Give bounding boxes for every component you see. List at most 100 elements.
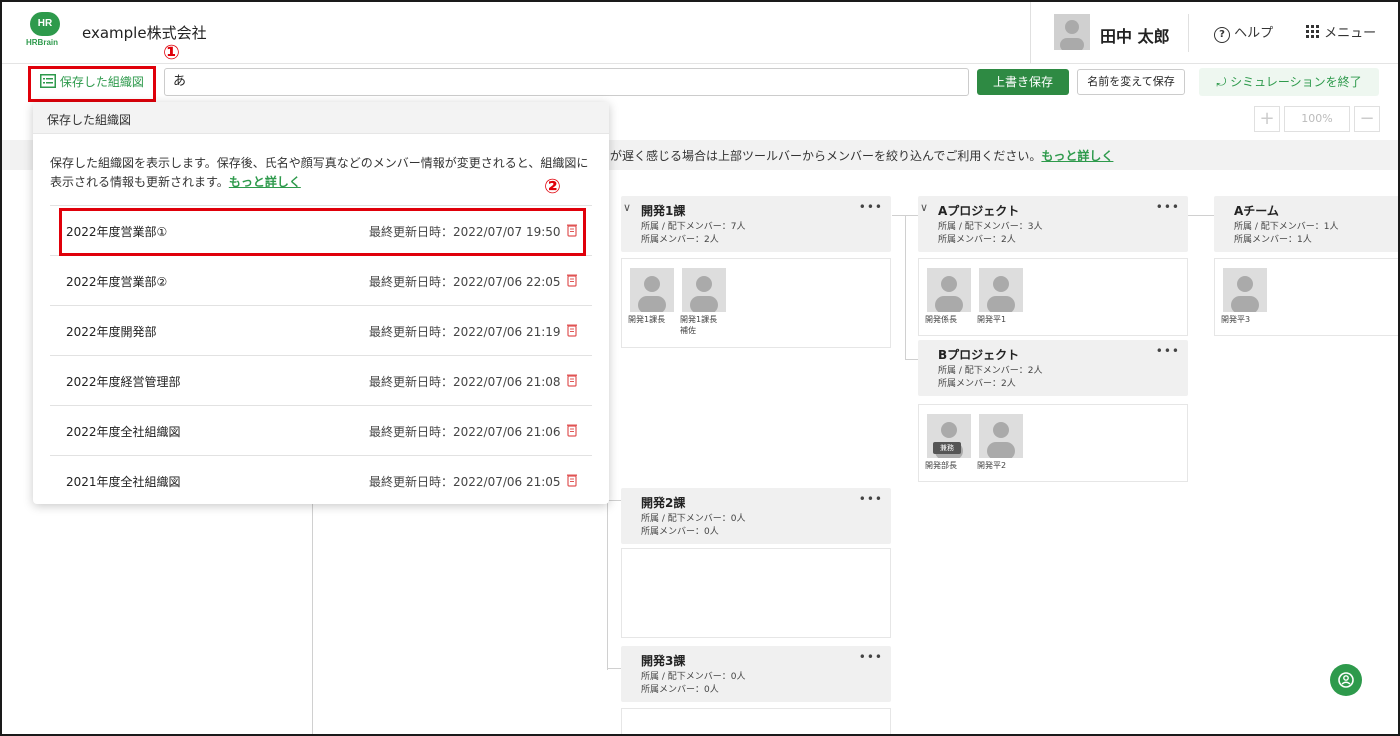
user-circle-icon — [1338, 672, 1354, 688]
more-options-icon[interactable]: ••• — [859, 650, 883, 664]
connector-line — [607, 668, 621, 669]
member-area — [621, 708, 891, 734]
annotation-marker-2: ② — [544, 174, 561, 198]
person-icon — [1060, 20, 1084, 50]
connector-line — [905, 359, 918, 360]
last-updated: 最終更新日時：2022/07/06 21:06 — [369, 425, 561, 439]
chart-name: 2022年度開発部 — [66, 325, 157, 339]
last-updated: 最終更新日時：2022/07/06 21:05 — [369, 475, 561, 489]
floating-action-button[interactable] — [1330, 664, 1362, 696]
member-title: 開発1課長 — [680, 315, 718, 324]
member-title-suffix: 補佐 — [680, 326, 696, 335]
hrbrain-logo[interactable]: HR HRBrain — [26, 12, 66, 52]
node-title: 開発2課 — [641, 496, 686, 510]
popover-title: 保存した組織図 — [47, 113, 132, 127]
saved-chart-item[interactable]: 2022年度全社組織図 最終更新日時：2022/07/06 21:06 — [50, 405, 592, 455]
trash-icon[interactable] — [566, 273, 578, 287]
trash-icon[interactable] — [566, 323, 578, 337]
app-window: HR HRBrain example株式会社 田中 太郎 ? ヘルプ メニュー — [0, 0, 1400, 736]
member-photo — [630, 268, 674, 312]
header-divider — [1188, 14, 1189, 52]
zoom-level: 100% — [1284, 106, 1350, 132]
org-node-dev2[interactable]: 開発2課 ••• 所属 / 配下メンバー：0人 所属メンバー：0人 — [621, 488, 891, 544]
trash-icon[interactable] — [566, 423, 578, 437]
node-subtotal: 所属 / 配下メンバー：2人 — [938, 366, 1043, 376]
zoom-control: + 100% − — [1254, 106, 1380, 132]
chart-name: 2022年度経営管理部 — [66, 375, 181, 389]
more-options-icon[interactable]: ••• — [859, 492, 883, 506]
node-title: Aチーム — [1234, 204, 1279, 218]
chart-name-input[interactable]: あ — [164, 68, 969, 96]
member-title: 開発1課長 — [628, 315, 666, 324]
trash-icon[interactable] — [566, 373, 578, 387]
zoom-in-button[interactable]: + — [1254, 106, 1280, 132]
header-divider — [1030, 2, 1031, 64]
notice-text: が遅く感じる場合は上部ツールバーからメンバーを絞り込んでご利用ください。もっと詳… — [610, 147, 1113, 164]
question-circle-icon: ? — [1214, 27, 1230, 43]
member-area: 開発平3 — [1214, 258, 1398, 336]
org-node-dev3[interactable]: 開発3課 ••• 所属 / 配下メンバー：0人 所属メンバー：0人 — [621, 646, 891, 702]
highlight-box-2 — [59, 208, 586, 256]
logo-wordmark: HRBrain — [26, 38, 59, 47]
logo-mark: HR — [30, 12, 60, 36]
member-title: 開発係長 — [925, 315, 957, 324]
end-simulation-button[interactable]: ⤾ シミュレーションを終了 — [1199, 68, 1379, 96]
learn-more-link[interactable]: もっと詳しく — [229, 175, 301, 189]
node-members: 所属メンバー：2人 — [938, 379, 1016, 389]
member-title: 開発平2 — [977, 461, 1007, 470]
node-members: 所属メンバー：0人 — [641, 527, 719, 537]
chart-name: 2022年度営業部② — [66, 275, 168, 289]
member-area: 兼務 開発部長 開発平2 — [918, 404, 1188, 482]
node-title: 開発1課 — [641, 204, 686, 218]
company-name: example株式会社 — [82, 24, 207, 42]
org-node-project-a[interactable]: ∨ Aプロジェクト ••• 所属 / 配下メンバー：3人 所属メンバー：2人 — [918, 196, 1188, 252]
help-link[interactable]: ? ヘルプ — [1214, 22, 1273, 43]
more-options-icon[interactable]: ••• — [1156, 200, 1180, 214]
menu-button[interactable]: メニュー — [1306, 22, 1376, 41]
help-label: ヘルプ — [1234, 26, 1274, 41]
person-icon — [690, 276, 718, 312]
user-name[interactable]: 田中 太郎 — [1100, 23, 1170, 47]
person-icon — [1231, 276, 1259, 312]
notice-learn-more-link[interactable]: もっと詳しく — [1041, 149, 1113, 163]
highlight-box-1 — [28, 66, 156, 102]
collapse-chevron-icon[interactable]: ∨ — [920, 201, 928, 214]
overwrite-save-button[interactable]: 上書き保存 — [977, 69, 1069, 95]
save-as-button[interactable]: 名前を変えて保存 — [1077, 69, 1185, 95]
concurrent-post-badge: 兼務 — [933, 442, 961, 454]
grid-icon — [1306, 25, 1319, 38]
more-options-icon[interactable]: ••• — [1156, 344, 1180, 358]
connector-line — [905, 215, 906, 360]
node-title: 開発3課 — [641, 654, 686, 668]
node-subtotal: 所属 / 配下メンバー：3人 — [938, 222, 1043, 232]
toolbar: 保存した組織図 ① あ 上書き保存 名前を変えて保存 ⤾ シミュレーションを終了 — [2, 40, 1398, 102]
app-header: HR HRBrain example株式会社 田中 太郎 ? ヘルプ メニュー — [2, 2, 1398, 64]
saved-chart-item[interactable]: 2021年度全社組織図 最終更新日時：2022/07/06 21:05 — [50, 455, 592, 505]
saved-chart-item[interactable]: 2022年度経営管理部 最終更新日時：2022/07/06 21:08 — [50, 355, 592, 405]
zoom-out-button[interactable]: − — [1354, 106, 1380, 132]
person-icon — [638, 276, 666, 312]
node-subtotal: 所属 / 配下メンバー：0人 — [641, 672, 746, 682]
org-node-dev1[interactable]: ∨ 開発1課 ••• 所属 / 配下メンバー：7人 所属メンバー：2人 — [621, 196, 891, 252]
undo-arrow-icon: ⤾ — [1216, 75, 1227, 89]
user-avatar[interactable] — [1054, 14, 1090, 50]
node-subtotal: 所属 / 配下メンバー：1人 — [1234, 222, 1339, 232]
popover-header: 保存した組織図 — [33, 102, 609, 134]
saved-chart-item[interactable]: 2022年度営業部② 最終更新日時：2022/07/06 22:05 — [50, 255, 592, 305]
org-node-project-b[interactable]: Bプロジェクト ••• 所属 / 配下メンバー：2人 所属メンバー：2人 — [918, 340, 1188, 396]
node-subtotal: 所属 / 配下メンバー：7人 — [641, 222, 746, 232]
chart-name: 2021年度全社組織図 — [66, 475, 181, 489]
saved-chart-item[interactable]: 2022年度開発部 最終更新日時：2022/07/06 21:19 — [50, 305, 592, 355]
node-subtotal: 所属 / 配下メンバー：0人 — [641, 514, 746, 524]
trash-icon[interactable] — [566, 473, 578, 487]
org-node-team-a[interactable]: Aチーム 所属 / 配下メンバー：1人 所属メンバー：1人 — [1214, 196, 1398, 252]
member-photo — [927, 268, 971, 312]
collapse-chevron-icon[interactable]: ∨ — [623, 201, 631, 214]
member-area — [621, 548, 891, 638]
node-members: 所属メンバー：1人 — [1234, 235, 1312, 245]
member-title: 開発平3 — [1221, 315, 1251, 324]
member-title: 開発平1 — [977, 315, 1007, 324]
more-options-icon[interactable]: ••• — [859, 200, 883, 214]
connector-line — [607, 500, 621, 501]
member-photo — [682, 268, 726, 312]
